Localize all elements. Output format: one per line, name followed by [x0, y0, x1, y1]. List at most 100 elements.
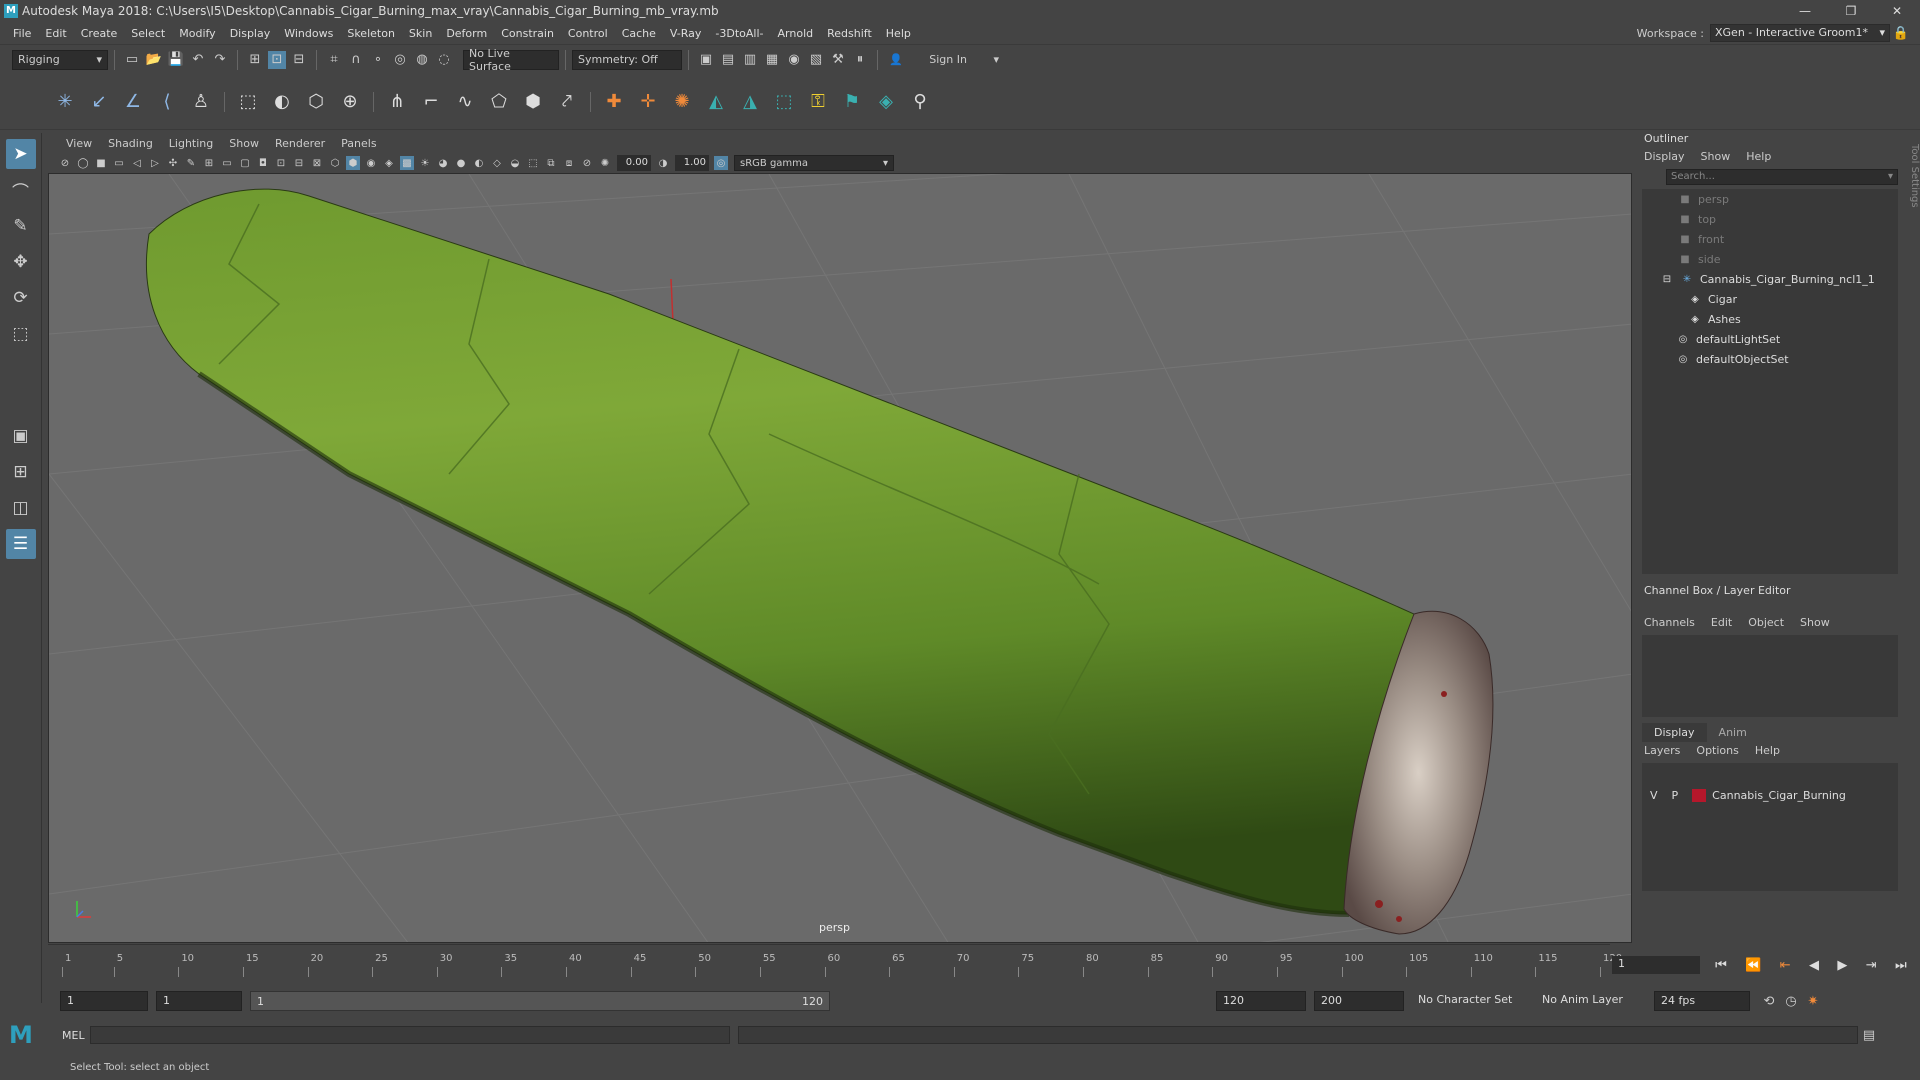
outliner-item-cigar[interactable]: ◈ Cigar [1642, 289, 1898, 309]
go-to-end-icon[interactable]: ⏭ [1895, 958, 1907, 973]
layer-color-swatch[interactable] [1692, 788, 1707, 802]
channel-menu-channels[interactable]: Channels [1644, 616, 1695, 629]
maximize-button[interactable]: ❐ [1828, 4, 1874, 18]
outliner-item-group[interactable]: ⊟ ✳ Cannabis_Cigar_Burning_ncl1_1 [1642, 269, 1898, 289]
select-hierarchy-icon[interactable]: ⊞ [246, 51, 264, 69]
channel-box-area[interactable] [1642, 635, 1898, 717]
live-surface-field[interactable]: No Live Surface [463, 47, 559, 73]
image-plane-icon[interactable]: ▭ [112, 156, 126, 170]
layer-visibility-toggle[interactable]: V [1650, 789, 1658, 802]
xray-active-icon[interactable]: ⊘ [580, 156, 594, 170]
joint-tool-icon[interactable]: ✳ [52, 89, 78, 115]
command-input[interactable] [90, 1026, 730, 1044]
step-back-frame-icon[interactable]: ⇤ [1780, 958, 1791, 973]
menu-deform[interactable]: Deform [439, 27, 494, 40]
ik-handle-icon[interactable]: ↙ [86, 89, 112, 115]
film-gate-icon[interactable]: ▭ [220, 156, 234, 170]
resolution-gate-icon[interactable]: ▢ [238, 156, 252, 170]
layer-menu-options[interactable]: Options [1696, 744, 1738, 757]
scale-tool-icon[interactable]: ⬚ [6, 319, 36, 349]
view-prev-icon[interactable]: ◁ [130, 156, 144, 170]
wireframe-on-shaded-icon[interactable]: ◈ [382, 156, 396, 170]
render-view-icon[interactable]: ▧ [807, 51, 825, 69]
outliner-item-defaultlightset[interactable]: ◎ defaultLightSet [1642, 329, 1898, 349]
cluster-icon[interactable]: ⋔ [384, 89, 410, 115]
safe-action-icon[interactable]: ⊟ [292, 156, 306, 170]
orient-constraint-icon[interactable]: ◭ [703, 89, 729, 115]
sign-in-dropdown[interactable]: 👤 Sign In ▾ [884, 49, 1004, 70]
hypershade-icon[interactable]: ◉ [785, 51, 803, 69]
humanik-icon[interactable]: ♙ [188, 89, 214, 115]
character-set-dropdown[interactable]: No Character Set [1412, 991, 1528, 1011]
safe-title-icon[interactable]: ⊠ [310, 156, 324, 170]
outliner-search-input[interactable]: Search... ▾ [1666, 169, 1898, 185]
ik-spline-icon[interactable]: ∠ [120, 89, 146, 115]
symmetry-dropdown[interactable]: Symmetry: Off [572, 49, 682, 70]
snap-live-icon[interactable]: ◌ [435, 51, 453, 69]
script-editor-icon[interactable]: ▤ [1860, 1026, 1878, 1044]
outliner-menu-help[interactable]: Help [1746, 150, 1771, 163]
color-management-icon[interactable]: ◎ [714, 156, 728, 170]
play-forward-icon[interactable]: ▶ [1837, 958, 1847, 973]
animation-start-field[interactable]: 1 [60, 991, 148, 1011]
outliner-item-top[interactable]: ■ top [1642, 209, 1898, 229]
bookmark-icon[interactable]: ■ [94, 156, 108, 170]
motion-blur-icon[interactable]: ◐ [472, 156, 486, 170]
pause-icon[interactable]: ⏸ [851, 51, 869, 69]
animation-end-field[interactable]: 200 [1314, 991, 1404, 1011]
render-sequence-icon[interactable]: ▤ [719, 51, 737, 69]
menu-cache[interactable]: Cache [615, 27, 663, 40]
pin-icon[interactable]: ⚲ [907, 89, 933, 115]
exposure-icon[interactable]: ✺ [598, 156, 612, 170]
outliner-item-front[interactable]: ■ front [1642, 229, 1898, 249]
play-backward-icon[interactable]: ◀ [1809, 958, 1819, 973]
lattice-icon[interactable]: ⌐ [418, 89, 444, 115]
view-transform-dropdown[interactable]: sRGB gamma ▾ [734, 155, 894, 171]
select-tool-icon[interactable]: ➤ [5, 139, 36, 169]
save-scene-icon[interactable]: 💾 [167, 51, 185, 69]
snap-view-icon[interactable]: ◎ [391, 51, 409, 69]
parent-constraint-icon[interactable]: ◮ [737, 89, 763, 115]
camera-attr-icon[interactable]: ◯ [76, 156, 90, 170]
interactive-bind-icon[interactable]: ⊕ [337, 89, 363, 115]
outliner-layout-icon[interactable]: ☰ [5, 529, 36, 559]
viewport-menu-renderer[interactable]: Renderer [267, 137, 333, 150]
close-button[interactable]: ✕ [1874, 4, 1920, 18]
select-component-icon[interactable]: ⊟ [290, 51, 308, 69]
wire-icon[interactable]: ∿ [452, 89, 478, 115]
layer-menu-help[interactable]: Help [1755, 744, 1780, 757]
menu-set-dropdown[interactable]: Rigging ▾ [12, 49, 108, 70]
viewport-menu-view[interactable]: View [58, 137, 100, 150]
rotate-tool-icon[interactable]: ⟳ [6, 283, 36, 313]
wireframe-icon[interactable]: ⬡ [328, 156, 342, 170]
current-frame-field[interactable]: 1 [1612, 956, 1700, 974]
menu-vray[interactable]: V-Ray [663, 27, 709, 40]
paint-select-icon[interactable]: ✎ [6, 211, 36, 241]
render-settings-icon[interactable]: ▦ [763, 51, 781, 69]
viewport-menu-panels[interactable]: Panels [333, 137, 384, 150]
menu-redshift[interactable]: Redshift [820, 27, 879, 40]
vray-render-icon[interactable]: ⚒ [829, 51, 847, 69]
render-frame-icon[interactable]: ▣ [697, 51, 715, 69]
command-language-toggle[interactable]: MEL [42, 1029, 90, 1042]
tool-settings-tab[interactable]: Tool Settings [1904, 130, 1920, 943]
four-pane-icon[interactable]: ⊞ [6, 457, 36, 487]
anti-alias-icon[interactable]: ◇ [490, 156, 504, 170]
aim-constraint-icon[interactable]: ✺ [669, 89, 695, 115]
outliner-menu-show[interactable]: Show [1701, 150, 1731, 163]
step-forward-frame-icon[interactable]: ⇥ [1866, 958, 1877, 973]
menu-select[interactable]: Select [124, 27, 172, 40]
new-scene-icon[interactable]: ▭ [123, 51, 141, 69]
step-back-key-icon[interactable]: ⏪ [1745, 958, 1761, 973]
select-object-icon[interactable]: ⊡ [268, 50, 286, 69]
outliner-item-defaultobjectset[interactable]: ◎ defaultObjectSet [1642, 349, 1898, 369]
viewport-menu-show[interactable]: Show [221, 137, 267, 150]
shadows-icon[interactable]: ◕ [436, 156, 450, 170]
screen-space-ao-icon[interactable]: ● [454, 156, 468, 170]
snap-point-icon[interactable]: ∘ [369, 51, 387, 69]
menu-windows[interactable]: Windows [277, 27, 340, 40]
channel-menu-object[interactable]: Object [1748, 616, 1784, 629]
single-pane-icon[interactable]: ▣ [6, 421, 36, 451]
bind-skin-icon[interactable]: ⬚ [235, 89, 261, 115]
use-all-lights-icon[interactable]: ☀ [418, 156, 432, 170]
